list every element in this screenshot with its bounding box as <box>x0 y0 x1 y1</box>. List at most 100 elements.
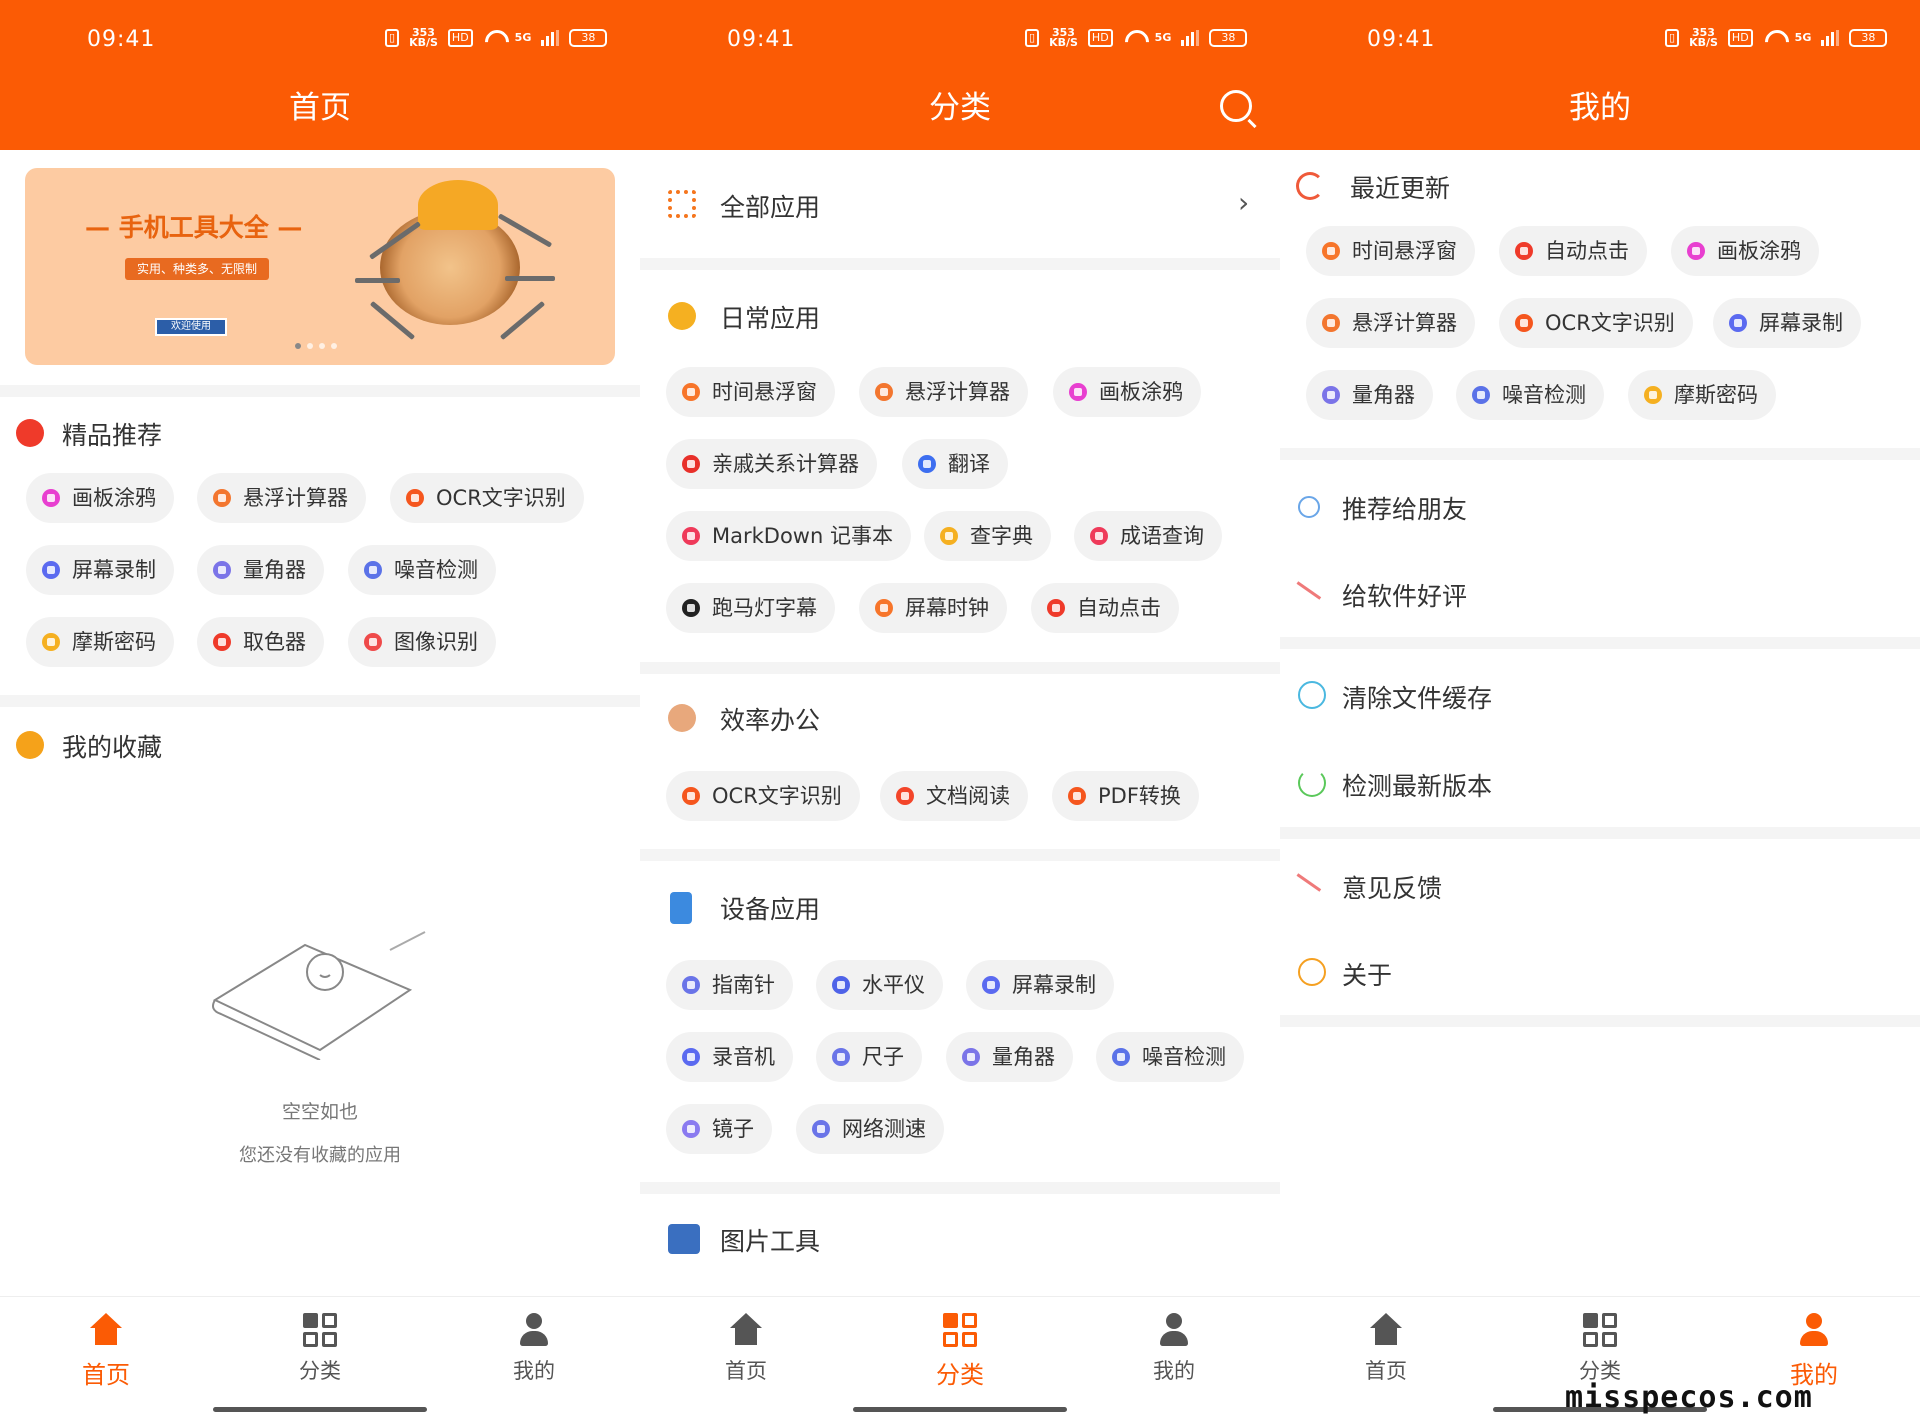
chip-screen-record[interactable]: 屏幕录制 <box>1713 298 1861 348</box>
chip-speed-test[interactable]: 网络测速 <box>796 1104 944 1154</box>
ocr-icon <box>406 489 424 507</box>
hd-icon: HD <box>1727 29 1753 47</box>
chip-morse-code[interactable]: 摩斯密码 <box>26 617 174 667</box>
chip-markdown-notepad[interactable]: MarkDown 记事本 <box>666 511 911 561</box>
chip-protractor[interactable]: 量角器 <box>946 1032 1073 1082</box>
chip-compass[interactable]: 指南针 <box>666 960 793 1010</box>
empty-state-title: 空空如也 <box>281 1101 358 1123</box>
tab-mine[interactable]: 我的 <box>1114 1313 1234 1385</box>
chip-screen-clock[interactable]: 屏幕时钟 <box>859 583 1007 633</box>
chip-ocr[interactable]: OCR文字识别 <box>390 473 584 523</box>
phone-icon <box>670 892 692 924</box>
chip-noise-meter[interactable]: 噪音检测 <box>348 545 496 595</box>
tool-illustration <box>499 300 546 341</box>
chip-floating-calculator[interactable]: 悬浮计算器 <box>197 473 366 523</box>
chip-floating-calculator[interactable]: 悬浮计算器 <box>1306 298 1475 348</box>
user-icon <box>1797 1313 1831 1347</box>
banner-welcome-button[interactable]: 欢迎使用 <box>155 318 227 336</box>
menu-share[interactable]: 推荐给朋友 <box>1280 472 1920 542</box>
promo-banner[interactable]: — 手机工具大全 — 实用、种类多、无限制 欢迎使用 <box>25 168 615 365</box>
chip-auto-click[interactable]: 自动点击 <box>1031 583 1179 633</box>
page-title: 首页 <box>289 90 351 126</box>
pencil-icon <box>1296 864 1328 892</box>
battery-icon: 38 <box>1209 29 1248 47</box>
chip-noise-meter[interactable]: 噪音检测 <box>1456 370 1604 420</box>
chip-dictionary[interactable]: 查字典 <box>924 511 1051 561</box>
empty-state-illustration <box>212 931 426 1060</box>
chip-screen-record[interactable]: 屏幕录制 <box>26 545 174 595</box>
clock-icon <box>1322 242 1340 260</box>
section-divider <box>640 1182 1280 1194</box>
chip-protractor[interactable]: 量角器 <box>1306 370 1433 420</box>
tab-category[interactable]: 分类 <box>900 1313 1020 1390</box>
tab-home[interactable]: 首页 <box>46 1313 166 1390</box>
chip-floating-calculator[interactable]: 悬浮计算器 <box>859 367 1028 417</box>
refresh-icon <box>1296 172 1324 200</box>
chip-mirror[interactable]: 镜子 <box>666 1104 772 1154</box>
network-type: 5G <box>1794 31 1812 44</box>
chip-protractor[interactable]: 量角器 <box>197 545 324 595</box>
menu-clear-cache[interactable]: 清除文件缓存 <box>1280 661 1920 731</box>
chip-drawing-board[interactable]: 画板涂鸦 <box>1053 367 1201 417</box>
chip-color-picker[interactable]: 取色器 <box>197 617 324 667</box>
net-speed: 353 KB/S <box>1689 26 1718 49</box>
chip-noise-meter[interactable]: 噪音检测 <box>1096 1032 1244 1082</box>
network-type: 5G <box>514 31 532 44</box>
tab-home[interactable]: 首页 <box>686 1313 806 1385</box>
wifi-icon <box>1123 30 1145 46</box>
menu-label: 推荐给朋友 <box>1342 495 1468 524</box>
search-icon[interactable] <box>1220 90 1252 122</box>
menu-about[interactable]: 关于 <box>1280 938 1920 1008</box>
network-type: 5G <box>1154 31 1172 44</box>
menu-feedback[interactable]: 意见反馈 <box>1280 851 1920 921</box>
chip-drawing-board[interactable]: 画板涂鸦 <box>1671 226 1819 276</box>
section-divider <box>0 385 640 397</box>
morse-icon <box>1644 386 1662 404</box>
vibrate-icon: ▯ <box>1025 29 1040 47</box>
chip-drawing-board[interactable]: 画板涂鸦 <box>26 473 174 523</box>
chip-marquee-subtitle[interactable]: 跑马灯字幕 <box>666 583 835 633</box>
chip-translate[interactable]: 翻译 <box>902 439 1008 489</box>
palette-icon <box>42 489 60 507</box>
title-bar: 我的 <box>1280 80 1920 150</box>
tab-mine[interactable]: 我的 <box>1754 1313 1874 1390</box>
record-icon <box>1729 314 1747 332</box>
status-icons: ▯ 353 KB/S HD 5G 38 <box>1665 26 1888 49</box>
chip-image-recognition[interactable]: 图像识别 <box>348 617 496 667</box>
chip-ocr[interactable]: OCR文字识别 <box>1499 298 1693 348</box>
chip-pdf-convert[interactable]: PDF转换 <box>1052 771 1199 821</box>
chip-document-reader[interactable]: 文档阅读 <box>880 771 1028 821</box>
battery-icon: 38 <box>569 29 608 47</box>
chip-idiom-lookup[interactable]: 成语查询 <box>1074 511 1222 561</box>
home-indicator[interactable] <box>853 1407 1067 1412</box>
palette-icon <box>1069 383 1087 401</box>
all-apps-row[interactable]: 全部应用 › <box>640 170 1280 240</box>
user-icon <box>1157 1313 1191 1347</box>
section-divider <box>640 849 1280 861</box>
home-indicator[interactable] <box>213 1407 427 1412</box>
chip-ocr[interactable]: OCR文字识别 <box>666 771 860 821</box>
chip-time-floating-window[interactable]: 时间悬浮窗 <box>666 367 835 417</box>
tab-category[interactable]: 分类 <box>1540 1313 1660 1385</box>
chip-screen-record[interactable]: 屏幕录制 <box>966 960 1114 1010</box>
chip-relative-calculator[interactable]: 亲戚关系计算器 <box>666 439 877 489</box>
tab-category[interactable]: 分类 <box>260 1313 380 1385</box>
ocr-icon <box>682 787 700 805</box>
menu-rate[interactable]: 给软件好评 <box>1280 559 1920 629</box>
page-title: 我的 <box>1569 90 1631 126</box>
status-time: 09:41 <box>87 27 156 52</box>
tab-home[interactable]: 首页 <box>1326 1313 1446 1385</box>
chip-voice-recorder[interactable]: 录音机 <box>666 1032 793 1082</box>
tool-illustration <box>505 276 555 281</box>
protractor-icon <box>962 1048 980 1066</box>
home-icon <box>729 1313 763 1347</box>
chip-morse-code[interactable]: 摩斯密码 <box>1628 370 1776 420</box>
tab-mine[interactable]: 我的 <box>474 1313 594 1385</box>
empty-state-subtitle: 您还没有收藏的应用 <box>239 1145 401 1166</box>
chip-auto-click[interactable]: 自动点击 <box>1499 226 1647 276</box>
chip-level[interactable]: 水平仪 <box>816 960 943 1010</box>
chip-ruler[interactable]: 尺子 <box>816 1032 922 1082</box>
image-icon <box>364 633 382 651</box>
chip-time-floating-window[interactable]: 时间悬浮窗 <box>1306 226 1475 276</box>
menu-check-update[interactable]: 检测最新版本 <box>1280 749 1920 819</box>
